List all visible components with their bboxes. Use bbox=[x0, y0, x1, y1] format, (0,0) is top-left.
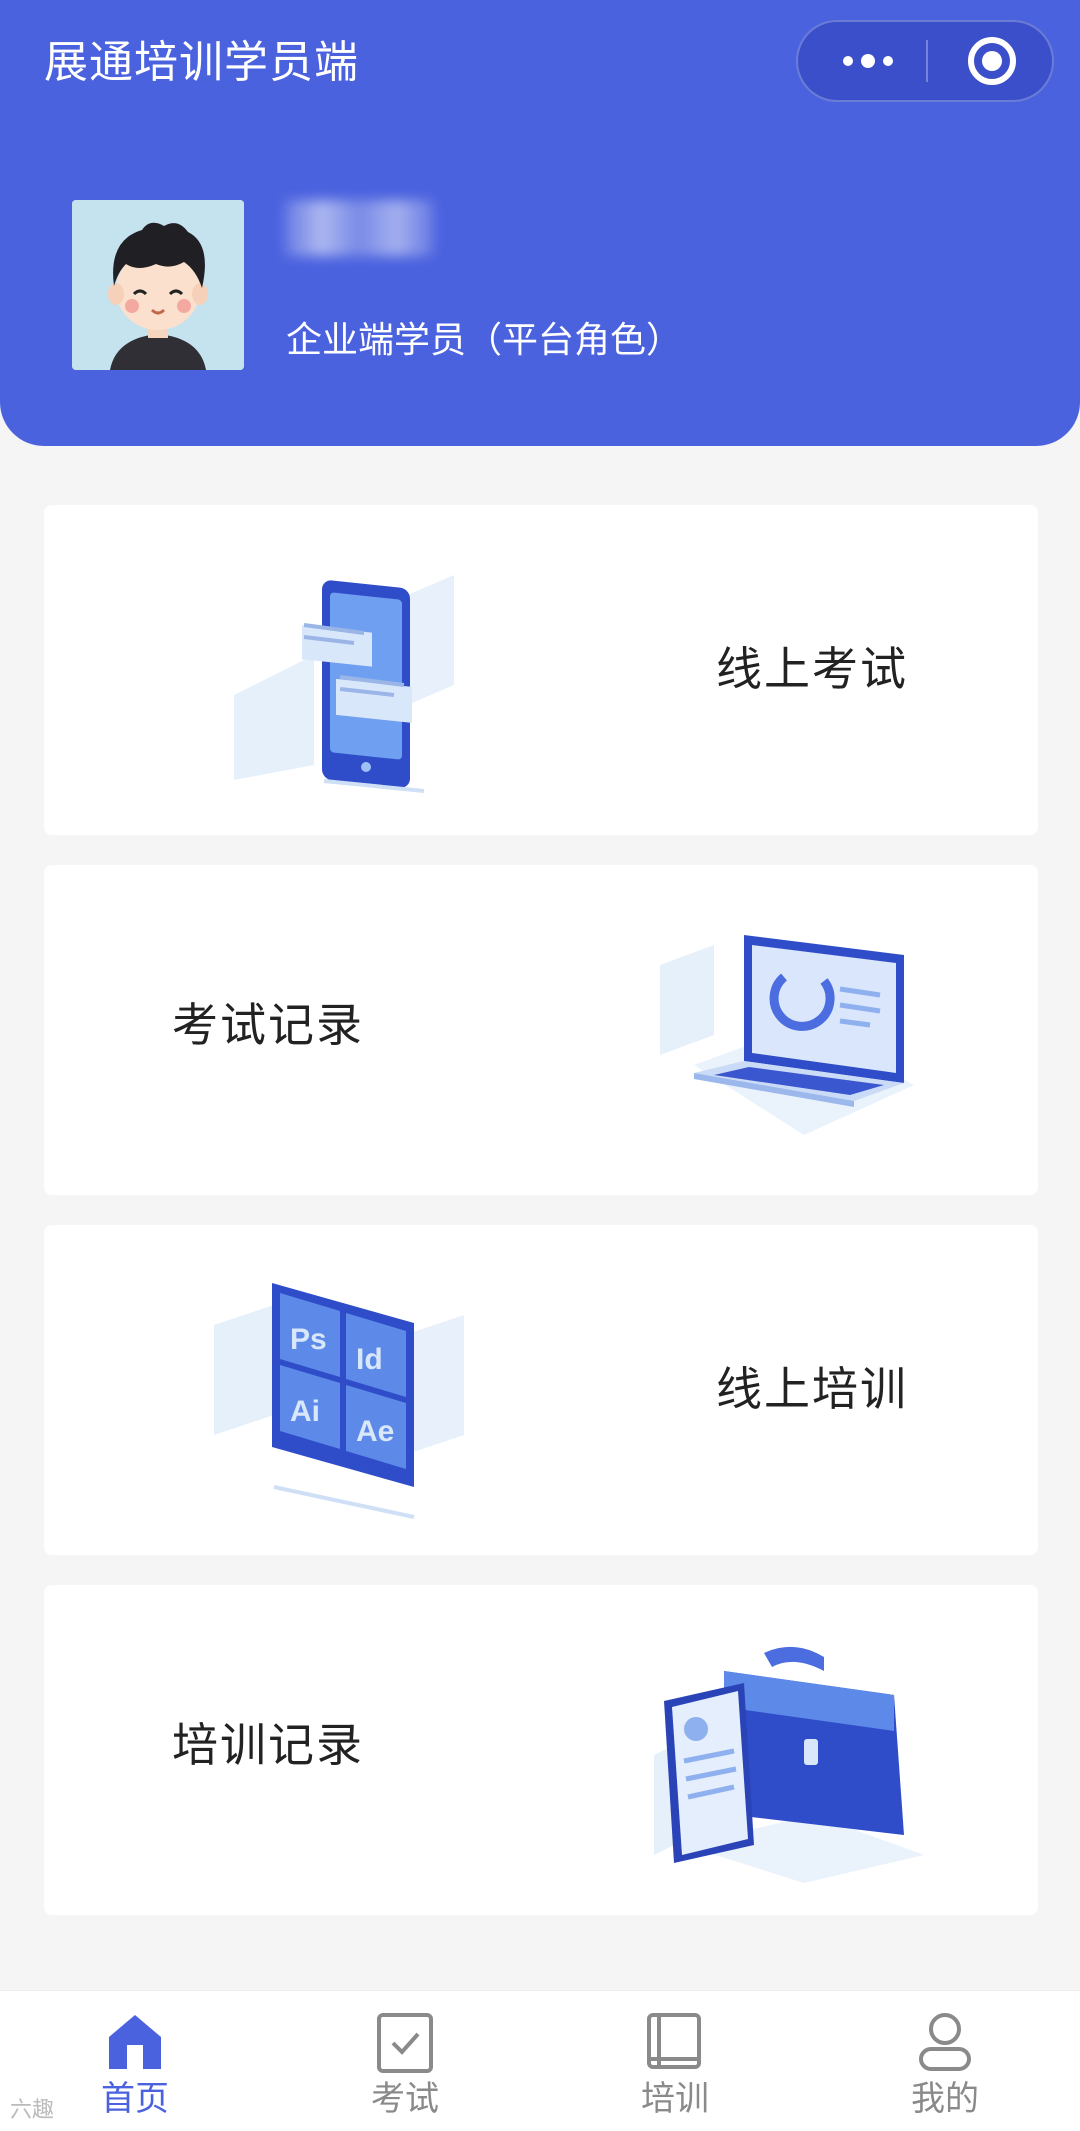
card-training-records[interactable]: 培训记录 bbox=[44, 1585, 1038, 1915]
exam-check-icon bbox=[377, 2013, 433, 2073]
card-online-exam[interactable]: 线上考试 bbox=[44, 505, 1038, 835]
more-dots-icon[interactable] bbox=[828, 22, 908, 100]
tab-mine[interactable]: 我的 bbox=[810, 1991, 1080, 2131]
briefcase-document-illustration-icon bbox=[654, 1635, 944, 1885]
profile-header: 展通培训学员端 企业端学员（平台角色） bbox=[0, 0, 1080, 446]
card-online-training[interactable]: Ps Id Ai Ae 线上培训 bbox=[44, 1225, 1038, 1555]
user-role: 企业端学员（平台角色） bbox=[286, 320, 683, 361]
watermark: 六趣 bbox=[10, 2098, 55, 2123]
card-label: 线上培训 bbox=[716, 1362, 908, 1416]
software-tiles-illustration-icon: Ps Id Ai Ae bbox=[214, 1265, 494, 1525]
card-label: 线上考试 bbox=[716, 642, 908, 696]
target-circle-icon[interactable] bbox=[968, 37, 1016, 85]
tab-label: 我的 bbox=[911, 2079, 979, 2119]
laptop-chart-illustration-icon bbox=[654, 915, 954, 1155]
bottom-tab-bar: 首页 考试 培训 我的 bbox=[0, 1990, 1080, 2131]
tile-id-label: Id bbox=[356, 1343, 383, 1376]
user-icon bbox=[919, 2013, 971, 2071]
user-name-redacted bbox=[284, 200, 434, 256]
capsule-divider bbox=[926, 40, 928, 82]
tab-label: 培训 bbox=[641, 2079, 709, 2119]
card-exam-records[interactable]: 考试记录 bbox=[44, 865, 1038, 1195]
avatar[interactable] bbox=[72, 200, 244, 370]
mini-program-capsule bbox=[796, 20, 1054, 102]
app-title: 展通培训学员端 bbox=[44, 37, 359, 88]
tile-ps-label: Ps bbox=[290, 1323, 327, 1356]
tab-training[interactable]: 培训 bbox=[540, 1991, 810, 2131]
tile-ai-label: Ai bbox=[290, 1395, 320, 1428]
tab-label: 考试 bbox=[371, 2079, 439, 2119]
card-label: 考试记录 bbox=[172, 998, 364, 1052]
card-label: 培训记录 bbox=[172, 1718, 364, 1772]
tablet-exam-illustration-icon bbox=[204, 545, 484, 795]
book-icon bbox=[647, 2013, 701, 2069]
tab-exam[interactable]: 考试 bbox=[270, 1991, 540, 2131]
cartoon-boy-avatar-icon bbox=[72, 200, 244, 370]
home-icon bbox=[109, 2015, 161, 2069]
tile-ae-label: Ae bbox=[356, 1415, 394, 1448]
